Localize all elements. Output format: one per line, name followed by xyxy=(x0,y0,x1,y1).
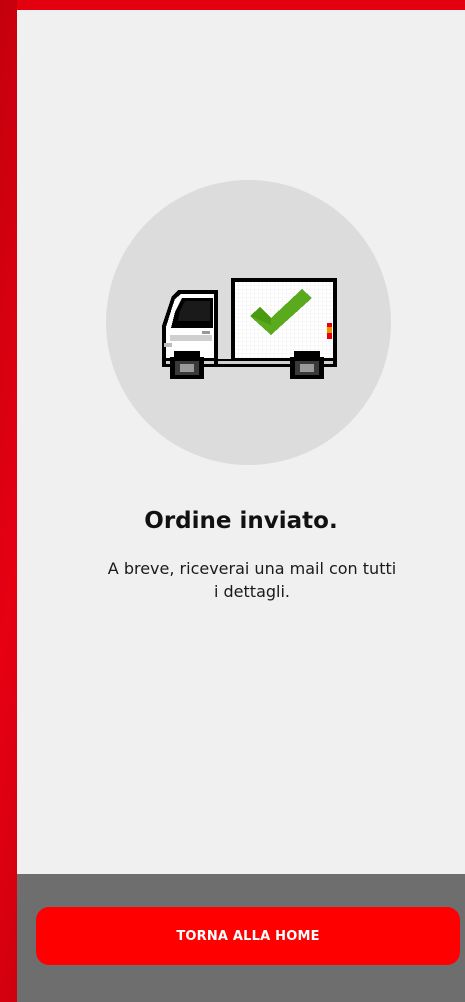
back-to-home-button[interactable]: TORNA ALLA HOME xyxy=(36,907,460,965)
confirmation-message: A breve, riceverai una mail con tutti i … xyxy=(107,559,397,601)
confirmation-title: Ordine inviato. xyxy=(144,508,338,534)
order-confirmation-screen: Ordine inviato. A breve, riceverai una m… xyxy=(17,10,465,874)
bottom-action-bar: TORNA ALLA HOME xyxy=(17,874,465,1002)
delivery-truck-checkmark-icon xyxy=(162,278,337,379)
left-brand-bar xyxy=(0,0,17,1002)
top-brand-bar xyxy=(0,0,465,10)
